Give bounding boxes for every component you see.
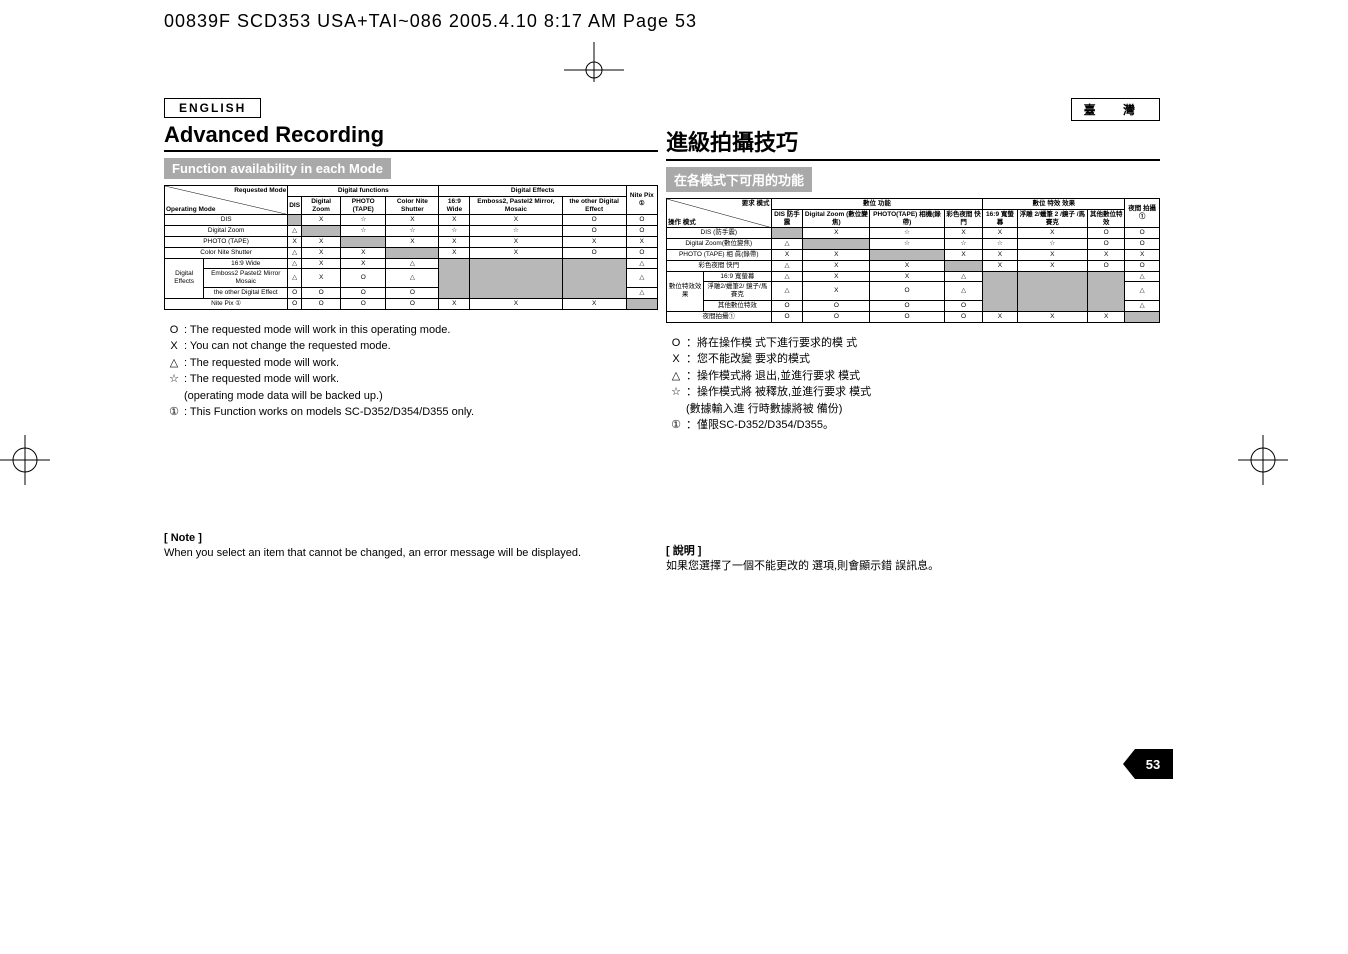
legend-en: O: The requested mode will work in this … — [164, 322, 658, 421]
note-zh: [ 說明 ] 如果您選擇了一個不能更改的 選項,則會顯示錯 誤訊息。 — [666, 544, 1160, 575]
column-english: ENGLISH Advanced Recording Function avai… — [164, 98, 658, 574]
registration-mark-top — [564, 42, 624, 82]
registration-mark-right — [1238, 435, 1288, 485]
page-number-badge: 53 — [1123, 749, 1173, 779]
table-row: DISX☆XXXOO — [165, 215, 658, 226]
table-row: PHOTO (TAPE)XXXXXXX — [165, 236, 658, 247]
lang-label-en: ENGLISH — [164, 98, 261, 118]
function-table-en: Requested Mode Operating Mode Digital fu… — [164, 185, 658, 310]
table-row: PHOTO (TAPE) 相 眞(錄帶)XXXXXXX — [667, 249, 1160, 260]
table-row: Digital Zoom△☆☆☆☆OO — [165, 226, 658, 237]
title-en: Advanced Recording — [164, 122, 658, 152]
table-row: DIS (防手震)X☆XXXOO — [667, 228, 1160, 239]
table-row: 夜間拍攝①OOOOXXX — [667, 311, 1160, 322]
note-en: [ Note ] When you select an item that ca… — [164, 531, 658, 562]
title-zh: 進級拍攝技巧 — [666, 125, 1160, 161]
function-table-zh: 要求 模式 操作 模式 數位 功能 數位 特效 效果 夜間 拍攝 ① DIS 防… — [666, 198, 1160, 323]
table-row: 數位特效效果16:9 寬螢幕△XX△△ — [667, 271, 1160, 282]
column-chinese: 臺 灣 進級拍攝技巧 在各模式下可用的功能 要求 模式 操作 模式 數位 功能 … — [666, 98, 1160, 574]
table-row: Color Nite Shutter△XXXXOO — [165, 247, 658, 258]
table-row: Digital Effects16:9 Wide△XX△△ — [165, 258, 658, 269]
subtitle-zh: 在各模式下可用的功能 — [666, 167, 812, 192]
legend-zh: O：將在操作模 式下進行要求的模 式 X：您不能改變 要求的模式 △：操作模式將… — [666, 335, 1160, 434]
print-header: 00839F SCD353 USA+TAI~086 2005.4.10 8:17… — [164, 5, 1184, 38]
registration-mark-left — [0, 435, 50, 485]
table-row: Digital Zoom(數位變焦)△☆☆☆☆OO — [667, 239, 1160, 250]
table-row: Nite Pix ①OOOOXXX — [165, 298, 658, 309]
lang-label-zh: 臺 灣 — [1071, 98, 1160, 121]
svg-text:53: 53 — [1146, 757, 1160, 772]
subtitle-en: Function availability in each Mode — [164, 158, 391, 179]
table-row: 彩色夜間 快門△XXXXOO — [667, 260, 1160, 271]
